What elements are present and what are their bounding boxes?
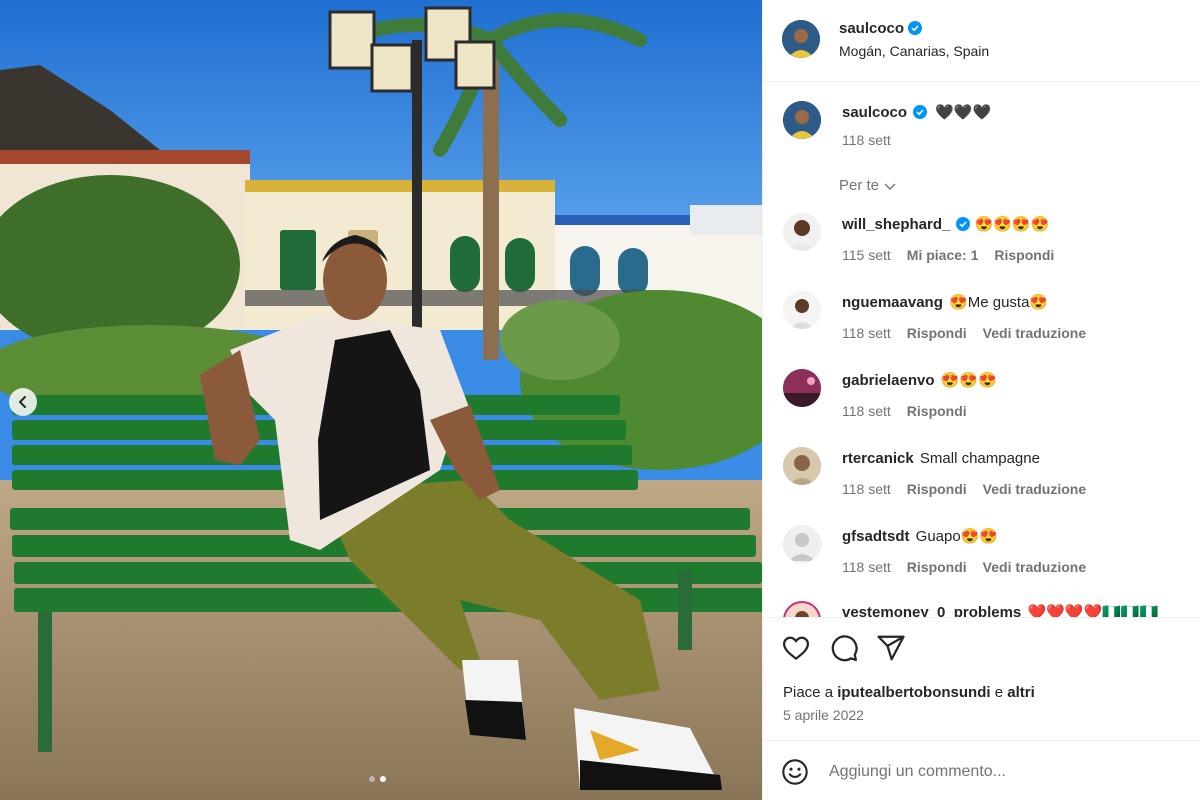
carousel-prev-button[interactable] bbox=[9, 388, 37, 416]
comment-input[interactable] bbox=[829, 755, 1179, 789]
commenter-username[interactable]: gabrielaenvo bbox=[842, 372, 935, 389]
translate-button[interactable]: Vedi traduzione bbox=[983, 325, 1086, 341]
commenter-username[interactable]: nguemaavang bbox=[842, 294, 943, 311]
reply-button[interactable]: Rispondi bbox=[907, 403, 967, 419]
commenter-avatar[interactable] bbox=[783, 369, 821, 407]
caption-username[interactable]: saulcoco bbox=[842, 104, 907, 121]
heart-icon[interactable] bbox=[781, 633, 811, 663]
translate-button[interactable]: Vedi traduzione bbox=[983, 481, 1086, 497]
author-username[interactable]: saulcoco bbox=[839, 20, 904, 37]
post-photo[interactable] bbox=[0, 0, 762, 800]
caption-text: 🖤🖤🖤 bbox=[935, 104, 992, 121]
caption-avatar-image bbox=[783, 101, 821, 139]
add-comment-bar bbox=[763, 740, 1200, 800]
reply-button[interactable]: Rispondi bbox=[907, 559, 967, 575]
commenter-avatar-image bbox=[783, 213, 821, 251]
commenter-avatar[interactable] bbox=[783, 213, 821, 251]
reply-button[interactable]: Rispondi bbox=[994, 247, 1054, 263]
chevron-left-icon bbox=[19, 396, 26, 408]
smiley-icon[interactable] bbox=[781, 758, 809, 786]
verified-badge-icon bbox=[956, 217, 971, 231]
comment-time[interactable]: 118 sett bbox=[842, 481, 891, 497]
comment-likes-count[interactable]: Mi piace: 1 bbox=[907, 247, 979, 263]
post-side-panel: saulcoco Mogán, Canarias, Spain saulcoco… bbox=[762, 0, 1200, 800]
reply-button[interactable]: Rispondi bbox=[907, 325, 967, 341]
liked-by-others[interactable]: altri bbox=[1007, 684, 1035, 701]
comment-text: Guapo😍😍 bbox=[915, 528, 999, 545]
photo-scene bbox=[0, 0, 762, 800]
carousel-dots bbox=[369, 776, 386, 782]
comment-text: 😍Me gusta😍 bbox=[949, 294, 1049, 311]
commenter-avatar-image bbox=[783, 291, 821, 329]
comment-filter-label: Per te bbox=[839, 177, 880, 194]
comments-list[interactable]: saulcoco 🖤🖤🖤 118 sett Per te will_shepha… bbox=[763, 83, 1200, 617]
author-avatar-image bbox=[782, 20, 820, 58]
liked-by-summary[interactable]: Piace a iputealbertobonsundi e altri bbox=[783, 684, 1035, 701]
commenter-username[interactable]: vestemoney_0_problems bbox=[842, 604, 1021, 617]
post-location[interactable]: Mogán, Canarias, Spain bbox=[839, 43, 989, 59]
comment-text: 😍😍😍😍 bbox=[974, 216, 1050, 233]
default-avatar-icon bbox=[783, 525, 821, 563]
commenter-username[interactable]: gfsadtsdt bbox=[842, 528, 910, 545]
comment-text: ❤️❤️❤️❤️🇳🇬🇳🇬🇳🇬 bbox=[1027, 604, 1159, 617]
comment-bubble-icon[interactable] bbox=[829, 633, 859, 663]
liked-by-user[interactable]: iputealbertobonsundi bbox=[837, 684, 990, 701]
comment-time[interactable]: 118 sett bbox=[842, 403, 891, 419]
comment-text: Small champagne bbox=[919, 450, 1040, 467]
commenter-avatar[interactable] bbox=[783, 601, 821, 617]
carousel-dot-active[interactable] bbox=[380, 776, 386, 782]
commenter-username[interactable]: will_shephard_ bbox=[842, 216, 950, 233]
verified-badge-icon bbox=[908, 21, 923, 35]
chevron-down-icon bbox=[884, 183, 896, 190]
author-avatar[interactable] bbox=[782, 20, 820, 58]
translate-button[interactable]: Vedi traduzione bbox=[983, 559, 1086, 575]
post-actions: Piace a iputealbertobonsundi e altri 5 a… bbox=[763, 617, 1200, 740]
commenter-avatar-image bbox=[783, 447, 821, 485]
commenter-avatar[interactable] bbox=[783, 447, 821, 485]
post-header: saulcoco Mogán, Canarias, Spain bbox=[763, 0, 1200, 82]
commenter-avatar[interactable] bbox=[783, 525, 821, 563]
verified-badge-icon bbox=[913, 105, 928, 119]
comment-filter-dropdown[interactable]: Per te bbox=[839, 177, 897, 194]
commenter-avatar-image bbox=[783, 369, 821, 407]
paper-plane-icon[interactable] bbox=[876, 633, 906, 663]
reply-button[interactable]: Rispondi bbox=[907, 481, 967, 497]
caption-avatar[interactable] bbox=[783, 101, 821, 139]
liked-by-and: e bbox=[994, 684, 1004, 701]
carousel-dot[interactable] bbox=[369, 776, 375, 782]
liked-by-prefix: Piace a bbox=[783, 684, 834, 701]
post-date[interactable]: 5 aprile 2022 bbox=[783, 707, 864, 723]
commenter-username[interactable]: rtercanick bbox=[842, 450, 914, 467]
comment-text: 😍😍😍 bbox=[940, 372, 997, 389]
comment-time[interactable]: 118 sett bbox=[842, 559, 891, 575]
comment-time[interactable]: 115 sett bbox=[842, 247, 891, 263]
caption-time[interactable]: 118 sett bbox=[842, 132, 891, 148]
commenter-avatar-image bbox=[785, 603, 819, 617]
commenter-avatar[interactable] bbox=[783, 291, 821, 329]
comment-time[interactable]: 118 sett bbox=[842, 325, 891, 341]
